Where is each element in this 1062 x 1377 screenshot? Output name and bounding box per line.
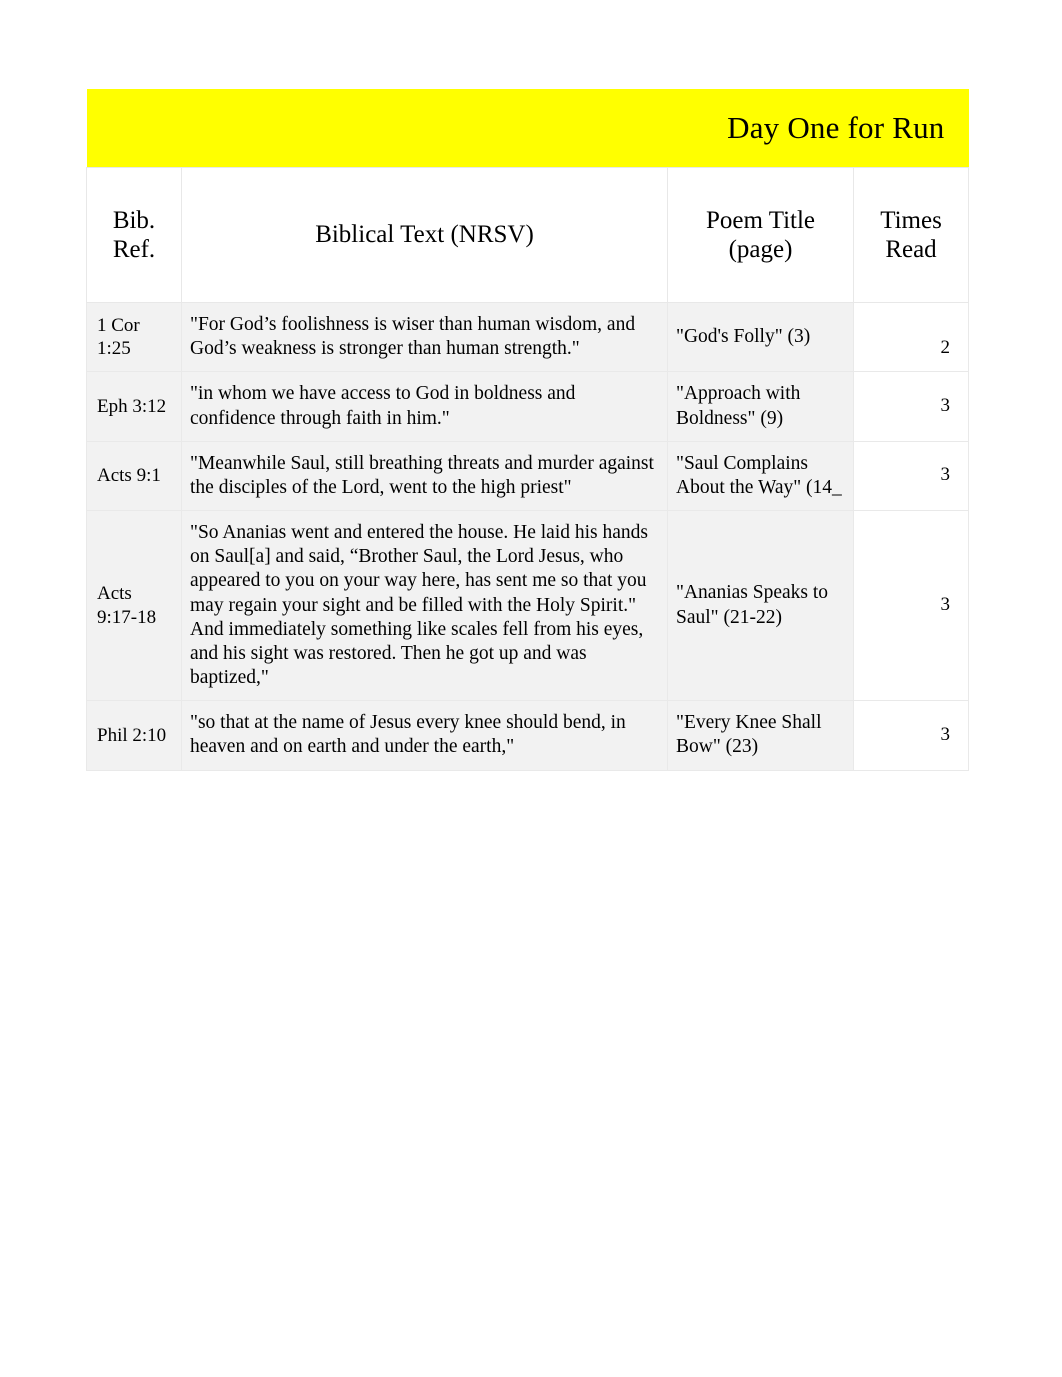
cell-times-read: 3	[853, 440, 969, 512]
biblical-text-value: "in whom we have access to God in boldne…	[190, 383, 576, 429]
times-read-value: 2	[940, 336, 951, 358]
biblical-text-value: "So Ananias went and entered the house. …	[190, 522, 648, 689]
cell-bib-ref: Phil 2:10	[86, 700, 182, 771]
table-row: 1 Cor 1:25 "For God’s foolishness is wis…	[86, 301, 969, 373]
cell-biblical-text: "Meanwhile Saul, still breathing threats…	[181, 440, 668, 512]
column-header-biblical-text-label: Biblical Text (NRSV)	[315, 221, 534, 249]
cell-times-read: 3	[853, 371, 969, 442]
cell-bib-ref: 1 Cor 1:25	[86, 301, 182, 373]
poem-title-value: "Every Knee Shall Bow" (23)	[676, 712, 822, 758]
cell-poem-title: "God's Folly" (3)	[667, 301, 854, 373]
table-row: Eph 3:12 "in whom we have access to God …	[86, 371, 969, 442]
column-header-poem-title-line2: (page)	[728, 236, 793, 263]
column-header-times-read: Times Read	[853, 167, 969, 303]
cell-bib-ref: Eph 3:12	[86, 371, 182, 442]
cell-biblical-text: "So Ananias went and entered the house. …	[181, 510, 668, 702]
cell-poem-title: "Ananias Speaks to Saul" (21-22)	[667, 510, 854, 702]
table-header-row: Bib. Ref. Biblical Text (NRSV) Poem Titl…	[86, 167, 969, 303]
poem-title-value: "God's Folly" (3)	[676, 326, 811, 348]
bib-ref-value: 1 Cor 1:25	[97, 315, 140, 360]
column-header-poem-title-line1: Poem Title	[705, 206, 816, 234]
column-header-poem-title: Poem Title (page)	[667, 167, 854, 303]
cell-times-read: 2	[853, 301, 969, 373]
bib-ref-value: Acts 9:17-18	[97, 583, 157, 628]
cell-biblical-text: "so that at the name of Jesus every knee…	[181, 700, 668, 771]
column-header-bib-ref: Bib. Ref.	[86, 167, 182, 303]
banner-row: Day One for Run	[86, 89, 969, 168]
column-header-biblical-text: Biblical Text (NRSV)	[181, 167, 668, 303]
bib-ref-value: Acts 9:1	[97, 465, 161, 487]
poem-title-value: "Approach with Boldness" (9)	[676, 383, 801, 429]
column-header-times-read-line1: Times	[880, 206, 942, 234]
poem-title-value: "Ananias Speaks to Saul" (21-22)	[676, 582, 829, 628]
column-header-times-read-line2: Read	[885, 236, 937, 263]
document-title: Day One for Run	[727, 109, 945, 145]
cell-biblical-text: "For God’s foolishness is wiser than hum…	[181, 301, 668, 373]
column-header-bib-ref-line2: Ref.	[112, 236, 156, 263]
table-row: Acts 9:17-18 "So Ananias went and entere…	[86, 510, 969, 702]
cell-times-read: 3	[853, 510, 969, 702]
reading-log-table: Day One for Run Bib. Ref. Biblical Text …	[86, 89, 969, 771]
cell-times-read: 3	[853, 700, 969, 771]
times-read-value: 3	[940, 724, 951, 745]
times-read-value: 3	[940, 395, 951, 417]
cell-poem-title: "Approach with Boldness" (9)	[667, 371, 854, 442]
bib-ref-value: Eph 3:12	[97, 395, 167, 417]
times-read-value: 3	[940, 464, 951, 486]
cell-poem-title: "Saul Complains About the Way" (14_	[667, 440, 854, 512]
table-row: Phil 2:10 "so that at the name of Jesus …	[86, 700, 969, 771]
times-read-value: 3	[940, 594, 951, 616]
table-row: Acts 9:1 "Meanwhile Saul, still breathin…	[86, 440, 969, 512]
biblical-text-value: "so that at the name of Jesus every knee…	[190, 712, 626, 758]
cell-bib-ref: Acts 9:1	[86, 440, 182, 512]
cell-poem-title: "Every Knee Shall Bow" (23)	[667, 700, 854, 771]
banner-cell: Day One for Run	[86, 89, 969, 168]
cell-biblical-text: "in whom we have access to God in boldne…	[181, 371, 668, 442]
column-header-bib-ref-line1: Bib.	[112, 206, 156, 234]
bib-ref-value: Phil 2:10	[97, 724, 167, 746]
cell-bib-ref: Acts 9:17-18	[86, 510, 182, 702]
biblical-text-value: "For God’s foolishness is wiser than hum…	[190, 314, 636, 360]
document-page: Day One for Run Bib. Ref. Biblical Text …	[0, 0, 1062, 1377]
poem-title-value: "Saul Complains About the Way" (14_	[676, 452, 842, 498]
biblical-text-value: "Meanwhile Saul, still breathing threats…	[190, 452, 654, 498]
